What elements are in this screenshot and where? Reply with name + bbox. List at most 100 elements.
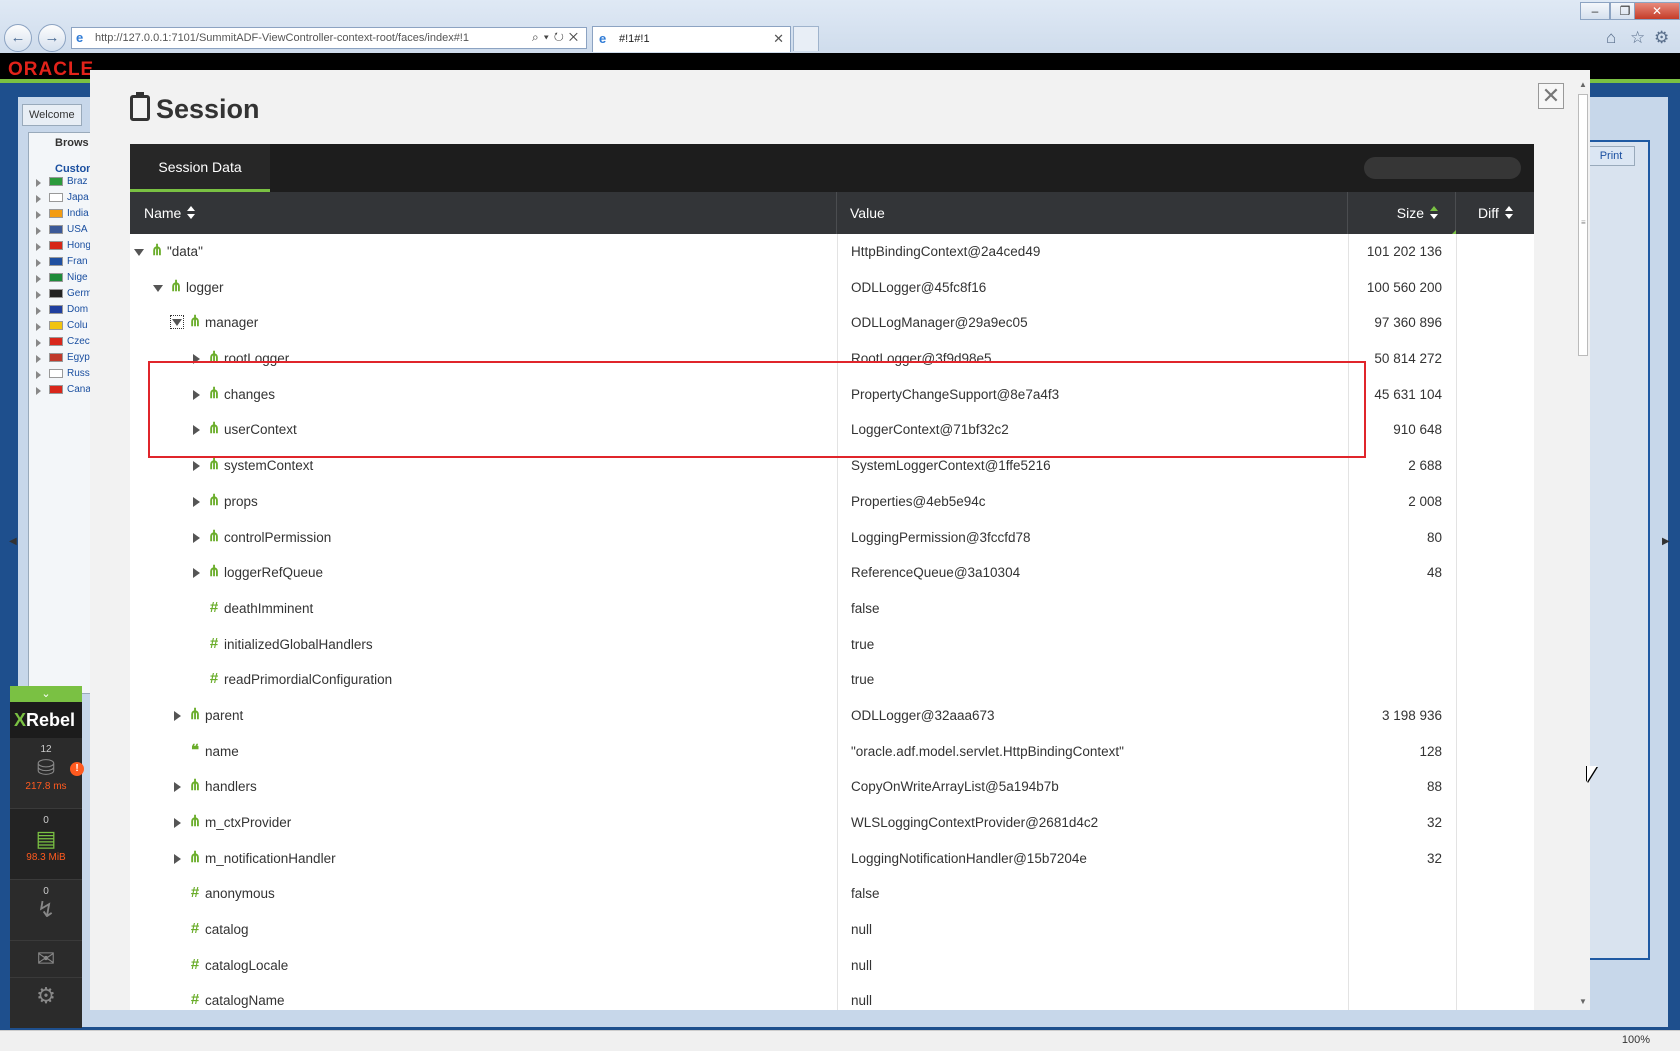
country-item[interactable]: Japa (67, 192, 89, 203)
close-window-button[interactable]: ✕ (1634, 2, 1680, 20)
table-row[interactable]: # anonymous false (130, 876, 1534, 913)
column-header-diff[interactable]: Diff (1456, 192, 1534, 234)
expand-arrow-icon[interactable] (191, 496, 201, 507)
tab-session-data[interactable]: Session Data (130, 144, 270, 192)
collapse-arrow-icon[interactable] (134, 247, 144, 257)
table-row[interactable]: ⋔ "data" HttpBindingContext@2a4ced49 101 20… (130, 234, 1534, 270)
country-item[interactable]: Cana (67, 384, 91, 395)
country-item[interactable]: Nige (67, 272, 88, 283)
xrebel-exceptions-section[interactable]: 0 ↯ (10, 880, 82, 941)
expand-arrow-icon[interactable] (36, 291, 41, 299)
country-item[interactable]: USA (67, 224, 88, 235)
table-row[interactable]: # catalog null (130, 912, 1534, 948)
new-tab-button[interactable] (793, 26, 819, 51)
cell-size: 80 (1348, 519, 1456, 556)
scroll-up-icon[interactable]: ▲ (1579, 80, 1587, 89)
xrebel-database-section[interactable]: 12 ⛁ 217.8 ms ! (10, 738, 84, 809)
collapse-left-icon[interactable]: ◀ (9, 536, 17, 547)
table-row[interactable]: ⋔ controlPermission LoggingPermission@3fcc… (130, 519, 1534, 556)
table-row[interactable]: # catalogLocale null (130, 947, 1534, 984)
table-row[interactable]: ❝ name "oracle.adf.model.servlet.HttpBindi… (130, 733, 1534, 770)
expand-arrow-icon[interactable] (36, 243, 41, 251)
table-row[interactable]: # readPrimordialConfiguration true (130, 662, 1534, 698)
expand-arrow-icon[interactable] (172, 853, 182, 864)
column-header-value[interactable]: Value (837, 192, 1348, 234)
minimize-button[interactable]: – (1580, 2, 1610, 20)
expand-arrow-icon[interactable] (36, 387, 41, 395)
expand-arrow-icon[interactable] (36, 227, 41, 235)
expand-arrow-icon[interactable] (172, 818, 182, 828)
country-item[interactable]: Czec (67, 336, 90, 347)
expand-arrow-icon[interactable] (191, 568, 201, 579)
expand-arrow-icon[interactable] (191, 461, 201, 472)
expand-arrow-icon[interactable] (191, 532, 201, 543)
expand-arrow-icon[interactable] (191, 389, 201, 400)
xrebel-toolbar: ⌄ XRebel 12 ⛁ 217.8 ms ! 0 ▤ 98.3 MiB 0 … (10, 686, 84, 1028)
expand-arrow-icon[interactable] (191, 425, 201, 436)
expand-arrow-icon[interactable] (36, 259, 41, 267)
country-item[interactable]: India (67, 208, 89, 219)
expand-arrow-icon[interactable] (36, 211, 41, 219)
chevron-down-icon[interactable]: ⌄ (10, 686, 82, 702)
table-row[interactable]: ⋔ manager ODLLogManager@29a9ec05 97 360 896 (130, 305, 1534, 342)
expand-arrow-icon[interactable] (36, 195, 41, 203)
address-tools-icon[interactable]: ⌕▾↻✕ (532, 30, 583, 45)
collapse-arrow-icon[interactable] (153, 283, 163, 293)
xrebel-mail-section[interactable]: ✉ (10, 941, 82, 978)
expand-arrow-icon[interactable] (36, 179, 41, 187)
collapse-right-icon[interactable]: ▶ (1662, 536, 1670, 547)
browser-tab[interactable]: e #!1#!1 ✕ (592, 26, 791, 52)
collapse-arrow-icon[interactable] (170, 315, 184, 330)
expand-arrow-icon[interactable] (191, 354, 201, 365)
search-input[interactable] (1364, 157, 1521, 179)
table-row[interactable]: ⋔ userContext LoggerContext@71bf32c2 910 64… (130, 412, 1534, 449)
xrebel-session-section[interactable]: 0 ▤ 98.3 MiB (10, 809, 82, 880)
address-bar[interactable]: e http://127.0.0.1:7101/SummitADF-ViewCo… (71, 27, 587, 49)
country-item[interactable]: Egyp (67, 352, 90, 363)
forward-button[interactable]: → (38, 24, 66, 52)
expand-arrow-icon[interactable] (36, 307, 41, 315)
modal-scrollbar[interactable]: ▲ ≡ ▼ (1576, 80, 1590, 1010)
table-row[interactable]: ⋔ rootLogger RootLogger@3f9d98e5 50 814 272 (130, 341, 1534, 377)
tab-close-icon[interactable]: ✕ (773, 31, 784, 47)
favorites-star-icon[interactable]: ☆ (1630, 28, 1645, 48)
expand-arrow-icon[interactable] (172, 782, 182, 793)
country-item[interactable]: Germ (67, 288, 92, 299)
table-row[interactable]: ⋔ m_notificationHandler LoggingNotificatio… (130, 840, 1534, 877)
zoom-level[interactable]: 100% (1622, 1034, 1650, 1046)
table-row[interactable]: ⋔ handlers CopyOnWriteArrayList@5a194b7b 88 (130, 769, 1534, 805)
table-row[interactable]: # catalogName null (130, 983, 1534, 1010)
table-row[interactable]: # deathImminent false (130, 590, 1534, 627)
scroll-down-icon[interactable]: ▼ (1579, 997, 1587, 1006)
table-row[interactable]: ⋔ m_ctxProvider WLSLoggingContextProvider@… (130, 805, 1534, 841)
expand-arrow-icon[interactable] (36, 355, 41, 363)
gear-icon[interactable]: ⚙ (1654, 28, 1669, 48)
expand-arrow-icon[interactable] (172, 710, 182, 721)
expand-arrow-icon[interactable] (36, 371, 41, 379)
table-row[interactable]: ⋔ props Properties@4eb5e94c 2 008 (130, 483, 1534, 520)
home-icon[interactable]: ⌂ (1606, 28, 1616, 48)
column-header-name[interactable]: Name (130, 192, 837, 234)
country-item[interactable]: Dom (67, 304, 88, 315)
country-item[interactable]: Braz (67, 176, 88, 187)
back-button[interactable]: ← (4, 24, 32, 52)
country-item[interactable]: Hong (67, 240, 91, 251)
table-row[interactable]: ⋔ logger ODLLogger@45fc8f16 100 560 200 (130, 269, 1534, 306)
expand-arrow-icon[interactable] (36, 275, 41, 283)
alert-icon[interactable]: ! (70, 762, 84, 776)
country-item[interactable]: Colu (67, 320, 88, 331)
table-row[interactable]: ⋔ changes PropertyChangeSupport@8e7a4f3 45 … (130, 376, 1534, 413)
expand-arrow-icon[interactable] (36, 323, 41, 331)
modal-close-button[interactable]: ✕ (1538, 83, 1564, 109)
welcome-tab[interactable]: Welcome (22, 104, 82, 126)
table-row[interactable]: # initializedGlobalHandlers true (130, 626, 1534, 663)
country-item[interactable]: Fran (67, 256, 88, 267)
country-item[interactable]: Russ (67, 368, 90, 379)
table-row[interactable]: ⋔ loggerRefQueue ReferenceQueue@3a10304 48 (130, 555, 1534, 591)
xrebel-settings-section[interactable]: ⚙ (10, 978, 82, 1014)
expand-arrow-icon[interactable] (36, 339, 41, 347)
table-row[interactable]: ⋔ parent ODLLogger@32aaa673 3 198 936 (130, 697, 1534, 734)
print-button[interactable]: Print (1587, 146, 1635, 166)
column-header-size[interactable]: Size (1348, 192, 1456, 234)
table-row[interactable]: ⋔ systemContext SystemLoggerContext@1ffe52… (130, 448, 1534, 484)
